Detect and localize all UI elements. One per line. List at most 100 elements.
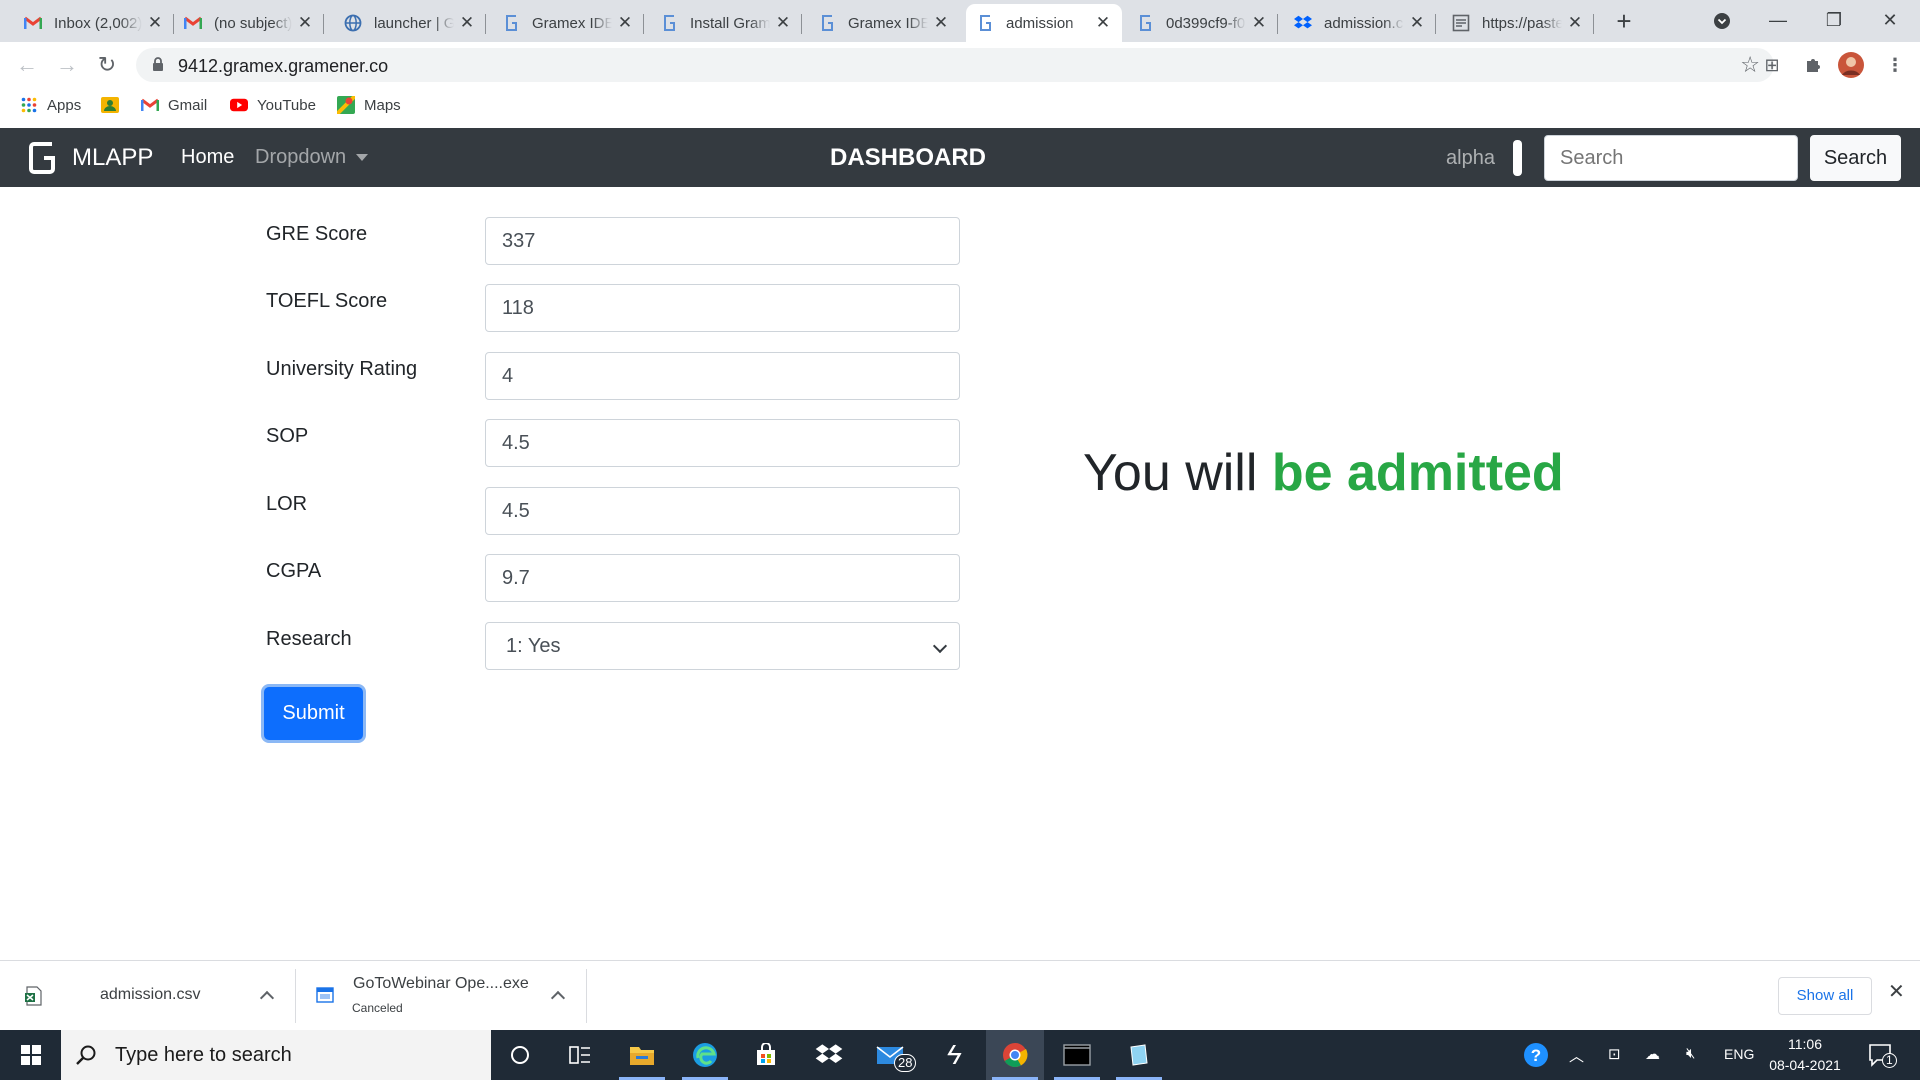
cgpa-input[interactable]: 9.7 [485, 554, 960, 602]
help-icon[interactable]: ? [1522, 1041, 1550, 1073]
bookmark-gmail[interactable]: Gmail [141, 96, 207, 114]
close-icon[interactable]: ✕ [1408, 13, 1426, 33]
bookmark-label: Apps [47, 96, 82, 114]
show-all-button[interactable]: Show all [1778, 977, 1872, 1015]
file-explorer-icon[interactable] [613, 1030, 671, 1080]
download-filename: GoToWebinar Ope....exe [353, 975, 529, 992]
tab-title: https://pastebin [1482, 14, 1562, 32]
sop-input[interactable]: 4.5 [485, 419, 960, 467]
close-icon[interactable]: ✕ [296, 13, 314, 33]
browser-tab[interactable]: Gramex IDE ✕ [492, 4, 644, 42]
globe-icon [344, 14, 362, 32]
browser-tab[interactable]: (no subject) ✕ [174, 4, 324, 42]
task-view-icon[interactable] [551, 1030, 609, 1080]
extensions-puzzle-icon[interactable] [1800, 52, 1826, 78]
maps-icon [337, 96, 355, 114]
browser-tab[interactable]: Install Gramex ✕ [650, 4, 802, 42]
tab-title: Gramex IDE [848, 14, 928, 32]
download-filename: admission.csv [100, 986, 201, 1003]
terminal-icon[interactable] [1048, 1030, 1106, 1080]
app-lightning-icon[interactable]: ϟ [925, 1030, 983, 1080]
cortana-icon[interactable] [491, 1030, 549, 1080]
forward-icon[interactable]: → [52, 50, 82, 80]
notification-center-icon[interactable]: 1 [1868, 1042, 1897, 1072]
close-icon[interactable]: ✕ [1566, 13, 1584, 33]
bookmark-maps[interactable]: Maps [337, 96, 401, 114]
browser-tab[interactable]: launcher | Gramex ✕ [334, 4, 486, 42]
tab-title: admission [1006, 14, 1074, 32]
excel-file-icon [25, 986, 42, 1006]
gmail-icon [141, 96, 159, 114]
close-icon[interactable]: ✕ [1888, 979, 1905, 1004]
close-icon[interactable]: ✕ [458, 13, 476, 33]
search-input[interactable] [1544, 135, 1798, 181]
download-item[interactable]: GoToWebinar Ope....exe Canceled [296, 961, 586, 1031]
notepad-icon[interactable] [1110, 1030, 1168, 1080]
close-icon[interactable]: ✕ [146, 13, 164, 33]
close-icon[interactable]: ✕ [774, 13, 792, 33]
university-rating-input[interactable]: 4 [485, 352, 960, 400]
browser-tab[interactable]: Inbox (2,002) ✕ [14, 4, 174, 42]
store-icon[interactable] [737, 1030, 795, 1080]
submit-button[interactable]: Submit [264, 687, 363, 740]
tab-title: (no subject) [214, 14, 292, 32]
minimize-icon[interactable]: — [1750, 0, 1806, 42]
close-window-icon[interactable]: ✕ [1862, 0, 1918, 42]
chevron-up-icon[interactable] [550, 990, 566, 1006]
download-item[interactable]: admission.csv [0, 961, 295, 1031]
device-icon[interactable]: ⊡ [1608, 1045, 1621, 1063]
page-icon [1452, 14, 1470, 32]
gre-score-input[interactable]: 337 [485, 217, 960, 265]
close-icon[interactable]: ✕ [1250, 13, 1268, 33]
menu-kebab-icon[interactable]: ⋮ [1882, 52, 1908, 78]
clock-time: 11:06 [1788, 1036, 1822, 1052]
gmail-icon [184, 14, 202, 32]
close-icon[interactable]: ✕ [1094, 13, 1112, 33]
research-select[interactable]: 1: Yes [485, 622, 960, 670]
browser-tab[interactable]: Gramex IDE ✕ [808, 4, 960, 42]
tab-title: Gramex IDE [532, 14, 612, 32]
browser-tab[interactable]: https://pastebin ✕ [1442, 4, 1594, 42]
lor-input[interactable]: 4.5 [485, 487, 960, 535]
bookmark-contact[interactable] [101, 96, 128, 114]
dropbox-icon[interactable] [800, 1030, 858, 1080]
browser-tab[interactable]: 0d399cf9-f0 ✕ [1126, 4, 1278, 42]
toefl-score-input[interactable]: 118 [485, 284, 960, 332]
tab-title: 0d399cf9-f0 [1166, 14, 1246, 32]
edge-browser-icon[interactable] [676, 1030, 734, 1080]
bookmark-star-icon[interactable]: ☆ [1740, 52, 1760, 78]
chevron-up-icon[interactable] [259, 990, 275, 1006]
chrome-icon[interactable] [986, 1030, 1044, 1080]
language-indicator[interactable]: ENG [1724, 1046, 1754, 1062]
bookmark-label: Maps [364, 96, 401, 114]
download-status: Canceled [352, 1001, 403, 1015]
browser-tab[interactable]: admission.csv ✕ [1284, 4, 1436, 42]
chevron-up-icon[interactable]: ︿ [1569, 1045, 1584, 1066]
bookmark-label: Gmail [168, 96, 208, 114]
address-bar[interactable]: 9412.gramex.gramener.co ☆ [136, 48, 1774, 82]
gramex-icon [1136, 14, 1154, 32]
field-label: Research [266, 628, 352, 650]
windows-start-icon[interactable] [0, 1030, 61, 1080]
avatar[interactable] [1838, 52, 1864, 78]
search-button[interactable]: Search [1810, 135, 1901, 181]
taskbar-search-box[interactable]: Type here to search [61, 1030, 491, 1080]
research-select-value: 1: Yes [506, 635, 561, 657]
close-icon[interactable]: ✕ [616, 13, 634, 33]
mail-icon[interactable]: 28 [862, 1030, 920, 1080]
app-navbar: MLAPP Home Dropdown DASHBOARD alpha Sear… [0, 128, 1920, 187]
field-label: TOEFL Score [266, 290, 388, 312]
volume-muted-icon[interactable]: 🔇︎ [1686, 1045, 1695, 1062]
close-icon[interactable]: ✕ [932, 13, 950, 33]
bookmark-youtube[interactable]: YouTube [230, 96, 316, 114]
back-icon[interactable]: ← [12, 50, 42, 80]
reload-icon[interactable]: ↻ [92, 50, 122, 80]
browser-tab-active[interactable]: admission ✕ [966, 4, 1122, 42]
tab-search-icon[interactable] [1694, 0, 1750, 42]
bookmark-apps[interactable]: Apps [20, 96, 81, 114]
clock[interactable]: 11:06 08-04-2021 [1760, 1034, 1850, 1076]
extension-grid-icon[interactable]: ⊞ [1759, 52, 1785, 78]
new-tab-icon[interactable]: + [1609, 6, 1639, 36]
onedrive-error-icon[interactable]: ☁ [1645, 1045, 1660, 1063]
restore-icon[interactable]: ❐ [1806, 0, 1862, 42]
